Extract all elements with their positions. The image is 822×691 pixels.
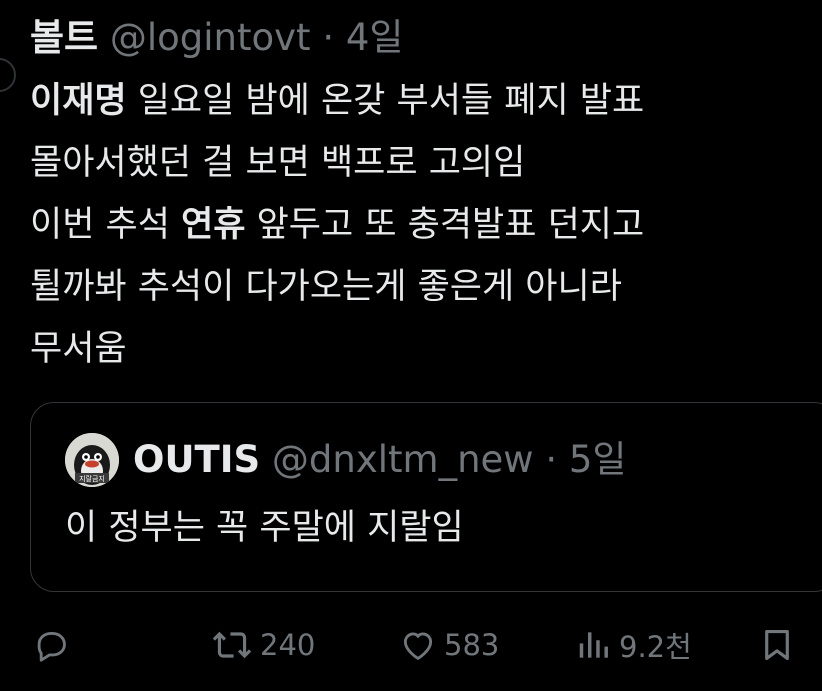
reply-icon	[37, 632, 66, 662]
highlight-text: 이재명	[30, 81, 127, 121]
penguin-avatar-icon: 지랄금지	[65, 433, 119, 487]
line-text: 이번 추석	[30, 205, 182, 245]
retweet-count: 240	[260, 628, 316, 662]
views-button[interactable]: 9.2천	[575, 615, 692, 675]
bookmark-icon	[765, 629, 789, 661]
heart-icon	[403, 632, 433, 660]
quoted-tweet-card[interactable]: 지랄금지 OUTIS @dnxltm_new · 5일 이 정부는 꼭 주말에 …	[30, 402, 822, 592]
tweet-line: 몰아서했던 걸 보면 백프로 고의임	[30, 132, 810, 194]
quoted-tweet-header: OUTIS @dnxltm_new · 5일	[133, 435, 626, 485]
tweet-time[interactable]: 4일	[346, 16, 404, 59]
quoted-author-avatar[interactable]: 지랄금지	[65, 433, 119, 487]
analytics-icon	[579, 632, 608, 658]
meta-separator: ·	[545, 438, 558, 481]
meta-separator: ·	[322, 16, 335, 59]
avatar-sign-text: 지랄금지	[79, 474, 105, 483]
author-handle[interactable]: @logintovt	[110, 16, 311, 59]
tweet-line: 무서움	[30, 318, 810, 380]
highlight-text: 연휴	[181, 205, 246, 245]
reply-button[interactable]	[32, 615, 70, 675]
quoted-tweet-text: 이 정부는 꼭 주말에 지랄임	[65, 508, 464, 548]
line-text: 무서움	[30, 329, 127, 369]
author-name[interactable]: 볼트	[30, 16, 98, 59]
views-count: 9.2천	[619, 630, 692, 664]
tweet-line: 튈까봐 추석이 다가오는게 좋은게 아니라	[30, 256, 810, 318]
tweet-line: 이번 추석 연휴 앞두고 또 충격발표 던지고	[30, 194, 810, 256]
retweet-icon	[212, 631, 252, 659]
bookmark-button[interactable]	[758, 615, 796, 675]
quoted-author-name[interactable]: OUTIS	[133, 438, 260, 481]
line-text: 튈까봐 추석이 다가오는게 좋은게 아니라	[30, 267, 622, 307]
tweet-text: 이재명 일요일 밤에 온갖 부서들 폐지 발표 몰아서했던 걸 보면 백프로 고…	[30, 70, 810, 380]
line-text: 앞두고 또 충격발표 던지고	[245, 205, 645, 245]
line-text: 몰아서했던 걸 보면 백프로 고의임	[30, 143, 526, 183]
action-bar: 240 583 9.2천	[30, 615, 800, 675]
like-button[interactable]: 583	[398, 615, 499, 675]
author-avatar-edge[interactable]	[0, 58, 16, 92]
quoted-tweet-time[interactable]: 5일	[569, 438, 627, 481]
quoted-author-handle[interactable]: @dnxltm_new	[272, 438, 534, 481]
retweet-button[interactable]: 240	[210, 615, 315, 675]
tweet-line: 이재명 일요일 밤에 온갖 부서들 폐지 발표	[30, 70, 810, 132]
tweet-header: 볼트 @logintovt · 4일	[30, 14, 403, 62]
like-count: 583	[444, 628, 500, 662]
line-text: 일요일 밤에 온갖 부서들 폐지 발표	[126, 81, 645, 121]
